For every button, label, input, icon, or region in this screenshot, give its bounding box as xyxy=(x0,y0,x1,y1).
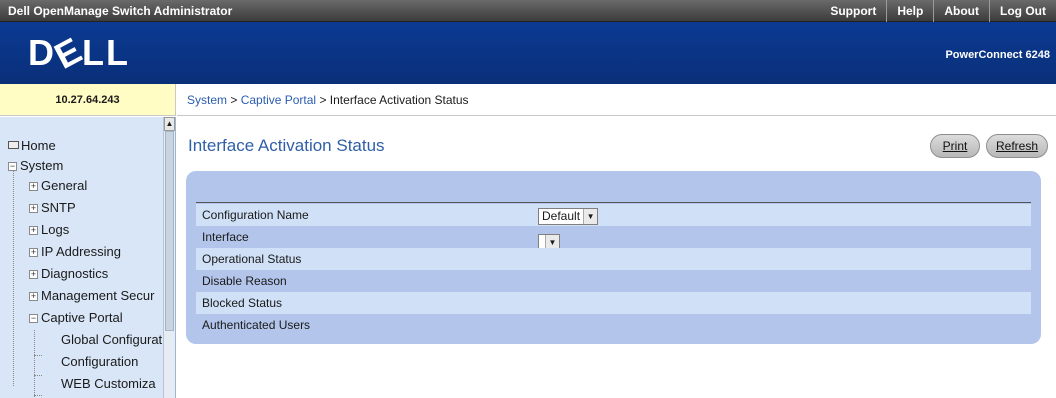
sidebar-scrollbar[interactable]: ▲ xyxy=(163,117,175,398)
product-name: PowerConnect 6248 xyxy=(945,49,1050,61)
page-title: Interface Activation Status xyxy=(188,136,385,155)
collapse-icon[interactable]: − xyxy=(29,314,38,323)
sidebar-item-logs[interactable]: + Logs xyxy=(29,220,69,240)
sidebar-item-label: IP Addressing xyxy=(41,244,121,259)
help-link[interactable]: Help xyxy=(886,0,933,22)
ip-address-box: 10.27.64.243 xyxy=(0,84,176,116)
sidebar-item-label: Configuration xyxy=(61,354,139,369)
field-row-operational-status: Operational Status xyxy=(196,248,1031,270)
top-nav: Support Help About Log Out xyxy=(820,0,1056,22)
dell-logo: DELL xyxy=(28,28,130,77)
sidebar-item-label: WEB Customiza xyxy=(61,376,156,391)
sidebar-item-ip-addressing[interactable]: + IP Addressing xyxy=(29,242,121,262)
expand-icon[interactable]: + xyxy=(29,226,38,235)
field-label: Interface xyxy=(202,230,249,244)
breadcrumb-separator: > xyxy=(230,93,238,107)
top-bar: Dell OpenManage Switch Administrator Sup… xyxy=(0,0,1056,22)
configuration-name-select[interactable]: Default ▼ xyxy=(538,208,599,225)
collapse-icon[interactable]: − xyxy=(8,162,17,171)
chevron-down-icon: ▼ xyxy=(583,209,598,224)
ip-address: 10.27.64.243 xyxy=(55,94,120,106)
field-row-interface: Interface ▼ xyxy=(196,226,1031,251)
sidebar-item-label: Home xyxy=(21,138,56,153)
home-icon xyxy=(8,141,19,149)
sidebar-item-home[interactable]: Home xyxy=(8,136,56,156)
breadcrumb-current: Interface Activation Status xyxy=(329,93,469,107)
select-value: Default xyxy=(542,209,581,223)
sidebar-item-label: General xyxy=(41,178,88,193)
sidebar-item-label: Management Secur xyxy=(41,288,155,303)
scroll-thumb[interactable] xyxy=(165,131,174,331)
app-title: Dell OpenManage Switch Administrator xyxy=(8,4,233,18)
expand-icon[interactable]: + xyxy=(29,248,38,257)
field-row-blocked-status: Blocked Status xyxy=(196,292,1031,314)
sidebar-item-label: Global Configurat xyxy=(61,332,163,347)
field-label: Operational Status xyxy=(202,252,302,266)
divider xyxy=(196,202,1031,203)
refresh-button[interactable]: Refresh xyxy=(986,134,1048,158)
sidebar-item-label: Logs xyxy=(41,222,70,237)
field-label: Authenticated Users xyxy=(202,318,311,332)
sidebar-item-system[interactable]: − System xyxy=(8,156,63,176)
breadcrumb-system[interactable]: System xyxy=(187,93,227,107)
nav-tree: Home − System + General + SNTP + Logs + IP Ad… xyxy=(0,117,164,398)
field-label: Configuration Name xyxy=(202,208,309,222)
sidebar-item-captive-portal[interactable]: − Captive Portal xyxy=(29,308,123,328)
sidebar-item-diagnostics[interactable]: + Diagnostics xyxy=(29,264,108,284)
about-link[interactable]: About xyxy=(933,0,989,22)
field-row-disable-reason: Disable Reason xyxy=(196,270,1031,292)
sidebar-item-web-customization[interactable]: WEB Customiza xyxy=(61,374,156,394)
field-label: Disable Reason xyxy=(202,274,287,288)
sidebar-item-global-configuration[interactable]: Global Configurat xyxy=(61,330,162,350)
sidebar-item-general[interactable]: + General xyxy=(29,176,87,196)
status-panel: Configuration Name Default ▼ Interface ▼… xyxy=(186,171,1041,344)
sidebar-item-sntp[interactable]: + SNTP xyxy=(29,198,76,218)
sidebar-item-label: System xyxy=(20,158,64,173)
field-row-authenticated-users: Authenticated Users xyxy=(196,314,1031,336)
sidebar-item-label: SNTP xyxy=(41,200,76,215)
breadcrumb-captive-portal[interactable]: Captive Portal xyxy=(241,93,316,107)
sidebar-item-label: Diagnostics xyxy=(41,266,109,281)
field-label: Blocked Status xyxy=(202,296,283,310)
expand-icon[interactable]: + xyxy=(29,270,38,279)
scroll-up-arrow-icon[interactable]: ▲ xyxy=(164,117,175,131)
print-button[interactable]: Print xyxy=(930,134,980,158)
breadcrumb: System > Captive Portal > Interface Acti… xyxy=(177,84,1056,116)
support-link[interactable]: Support xyxy=(820,0,886,22)
sidebar-item-management-security[interactable]: + Management Secur xyxy=(29,286,154,306)
expand-icon[interactable]: + xyxy=(29,292,38,301)
field-row-configuration-name: Configuration Name Default ▼ xyxy=(196,204,1031,226)
header-banner: DELL PowerConnect 6248 xyxy=(0,22,1056,84)
expand-icon[interactable]: + xyxy=(29,204,38,213)
main-content: Interface Activation Status Print Refres… xyxy=(177,117,1056,398)
logout-link[interactable]: Log Out xyxy=(989,0,1056,22)
sidebar-item-configuration[interactable]: Configuration xyxy=(61,352,138,372)
breadcrumb-separator: > xyxy=(319,93,327,107)
expand-icon[interactable]: + xyxy=(29,182,38,191)
sidebar: Home − System + General + SNTP + Logs + IP Ad… xyxy=(0,117,176,398)
sidebar-item-label: Captive Portal xyxy=(41,310,123,325)
